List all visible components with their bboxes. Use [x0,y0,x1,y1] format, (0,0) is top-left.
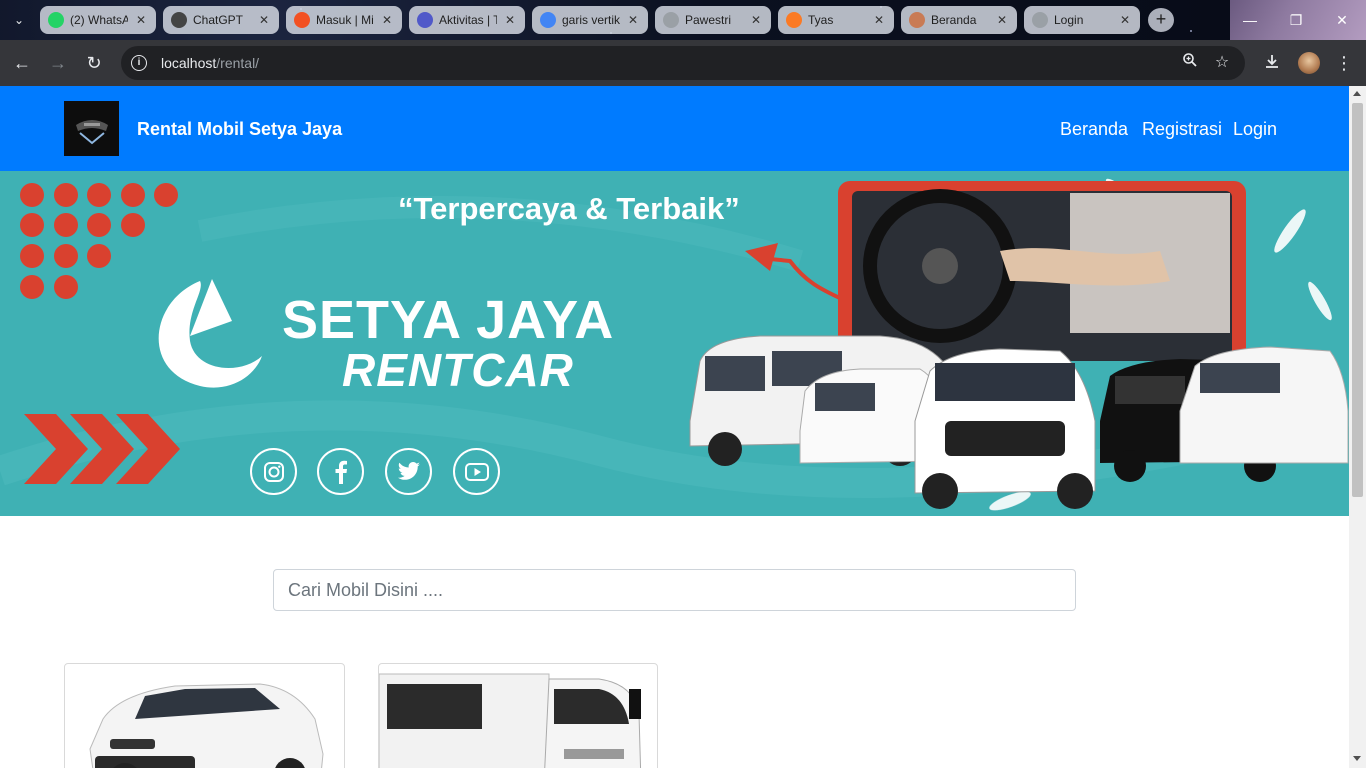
tab-title: Pawestri [685,13,732,27]
tab-close-icon[interactable]: ✕ [1118,13,1132,27]
xampp-icon [786,12,802,28]
scroll-up-icon[interactable] [1353,91,1361,96]
tab-close-icon[interactable]: ✕ [872,13,886,27]
tab-title: Beranda [931,13,977,27]
page-viewport: Rental Mobil Setya Jaya Beranda Registra… [0,86,1349,768]
teams-icon [417,12,433,28]
scrollbar-thumb[interactable] [1352,103,1363,497]
minimize-icon[interactable]: — [1230,6,1270,34]
forward-icon[interactable]: → [45,50,71,76]
tab-close-icon[interactable]: ✕ [257,13,271,27]
google-icon [540,12,556,28]
tab-title: (2) WhatsApp [70,13,128,27]
nav-link-beranda[interactable]: Beranda [1060,119,1128,140]
rentcar-logo-icon [158,279,262,388]
globe-icon [1032,12,1048,28]
banner-title-line2: RENTCAR [342,344,574,396]
site-info-icon[interactable]: i [131,55,147,71]
tab-search-button[interactable]: ⌄ [6,8,32,32]
banner-tagline: “Terpercaya & Terbaik” [398,191,740,226]
tab-close-icon[interactable]: ✕ [134,13,148,27]
hero-banner: “Terpercaya & Terbaik” SETYA JAYA RENTCA… [0,171,1349,516]
url-path: /rental/ [216,55,260,71]
car-search-input[interactable] [273,569,1076,611]
brand-name[interactable]: Rental Mobil Setya Jaya [137,119,342,140]
twitter-icon[interactable] [385,448,432,495]
brand-logo[interactable] [64,101,119,156]
zoom-icon[interactable] [1179,52,1201,74]
tab-title: Masuk | Microsoft [316,13,374,27]
browser-tab[interactable]: Masuk | Microsoft ✕ [286,6,402,34]
car-card[interactable] [64,663,345,768]
site-icon [909,12,925,28]
whatsapp-icon [48,12,64,28]
site-navbar: Rental Mobil Setya Jaya Beranda Registra… [0,86,1349,171]
bookmark-star-icon[interactable]: ☆ [1211,52,1233,74]
tab-close-icon[interactable]: ✕ [503,13,517,27]
car-logo-icon [75,119,108,144]
instagram-icon[interactable] [250,448,297,495]
restore-icon[interactable]: ❐ [1276,6,1316,34]
tab-title: garis vertikal [562,13,620,27]
browser-tab[interactable]: Login ✕ [1024,6,1140,34]
browser-toolbar: ← → ↻ i localhost/rental/ ☆ ⋮ [0,40,1366,86]
car-image [89,683,324,768]
browser-tab[interactable]: Beranda ✕ [901,6,1017,34]
tab-title: Aktivitas | Teams [439,13,497,27]
address-bar[interactable]: i localhost/rental/ ☆ [121,46,1245,80]
nav-link-registrasi[interactable]: Registrasi [1142,119,1222,140]
url-text[interactable]: localhost/rental/ [161,55,259,71]
page-scrollbar[interactable] [1349,86,1366,768]
chatgpt-icon [171,12,187,28]
tab-close-icon[interactable]: ✕ [995,13,1009,27]
youtube-icon[interactable] [453,448,500,495]
car-image [379,673,642,768]
reload-icon[interactable]: ↻ [81,50,107,76]
url-host: localhost [161,55,217,71]
microsoft-icon [294,12,310,28]
banner-title-line1: SETYA JAYA [282,290,615,350]
close-window-icon[interactable]: ✕ [1322,6,1362,34]
car-card[interactable] [378,663,658,768]
tab-close-icon[interactable]: ✕ [380,13,394,27]
browser-tab[interactable]: Tyas ✕ [778,6,894,34]
tab-close-icon[interactable]: ✕ [626,13,640,27]
profile-avatar[interactable] [1298,52,1320,74]
tab-title: ChatGPT [193,13,244,27]
menu-kebab-icon[interactable]: ⋮ [1331,50,1357,76]
browser-tab[interactable]: Aktivitas | Teams ✕ [409,6,525,34]
browser-tab[interactable]: ChatGPT ✕ [163,6,279,34]
new-tab-button[interactable]: + [1148,8,1174,32]
nav-link-login[interactable]: Login [1233,119,1277,140]
back-icon[interactable]: ← [9,50,35,76]
browser-tab[interactable]: Pawestri ✕ [655,6,771,34]
decorative-dots [20,183,178,299]
star-decoration [1190,30,1192,32]
tab-title: Login [1054,13,1084,27]
tab-title: Tyas [808,13,834,27]
scroll-down-icon[interactable] [1353,756,1361,761]
globe-icon [663,12,679,28]
download-icon[interactable] [1259,50,1285,76]
browser-tab-strip: ⌄ (2) WhatsApp✕ChatGPT✕Masuk | Microsoft… [0,0,1366,40]
facebook-icon[interactable] [317,448,364,495]
browser-tab[interactable]: (2) WhatsApp ✕ [40,6,156,34]
browser-tab[interactable]: garis vertikal ✕ [532,6,648,34]
tab-close-icon[interactable]: ✕ [749,13,763,27]
